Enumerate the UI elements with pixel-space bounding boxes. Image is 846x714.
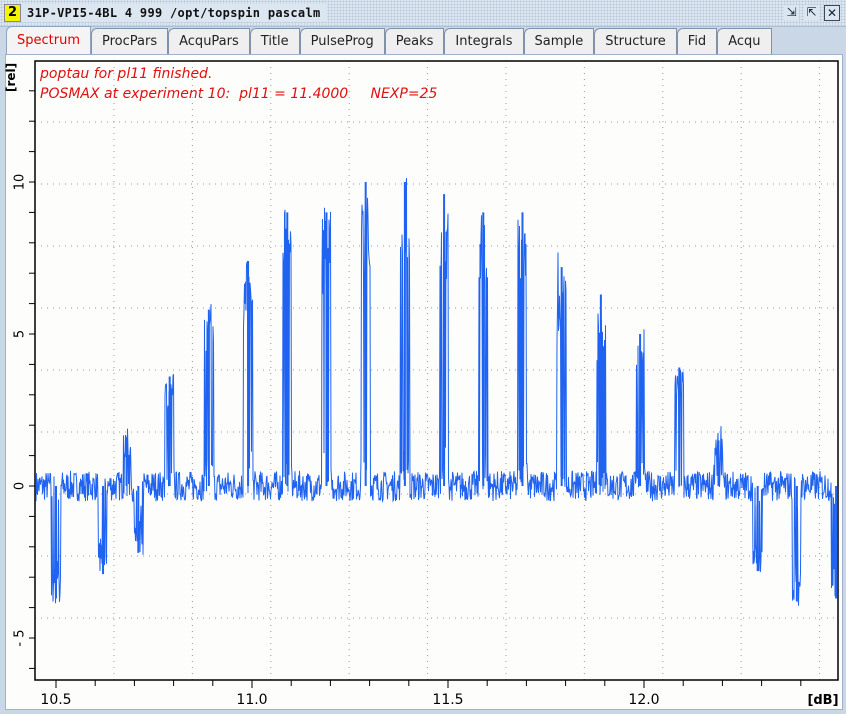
y-tick-label: 10 [13,174,28,191]
x-tick-label: 10.5 [40,692,71,708]
status-message-line1: poptau for pl11 finished. [40,66,213,82]
x-tick-label: 11.5 [432,692,463,708]
axes: - 5 0 5 10 10.5 11.0 11.5 12.0 [dB] [13,60,839,708]
y-axis-label: [rel] [4,62,18,92]
y-tick-label: 5 [13,330,28,338]
x-axis-label: [dB] [807,693,838,708]
x-tick-label: 12.0 [628,692,659,708]
grid [35,61,838,680]
y-tick-label: 0 [13,482,28,490]
y-tick-label: - 5 [13,629,28,646]
x-tick-label: 11.0 [236,692,267,708]
spectrum-trace [35,177,837,606]
status-message-line2: POSMAX at experiment 10: pl11 = 11.4000 … [40,86,438,102]
spectrum-chart[interactable]: - 5 0 5 10 10.5 11.0 11.5 12.0 [dB] [0,0,846,714]
